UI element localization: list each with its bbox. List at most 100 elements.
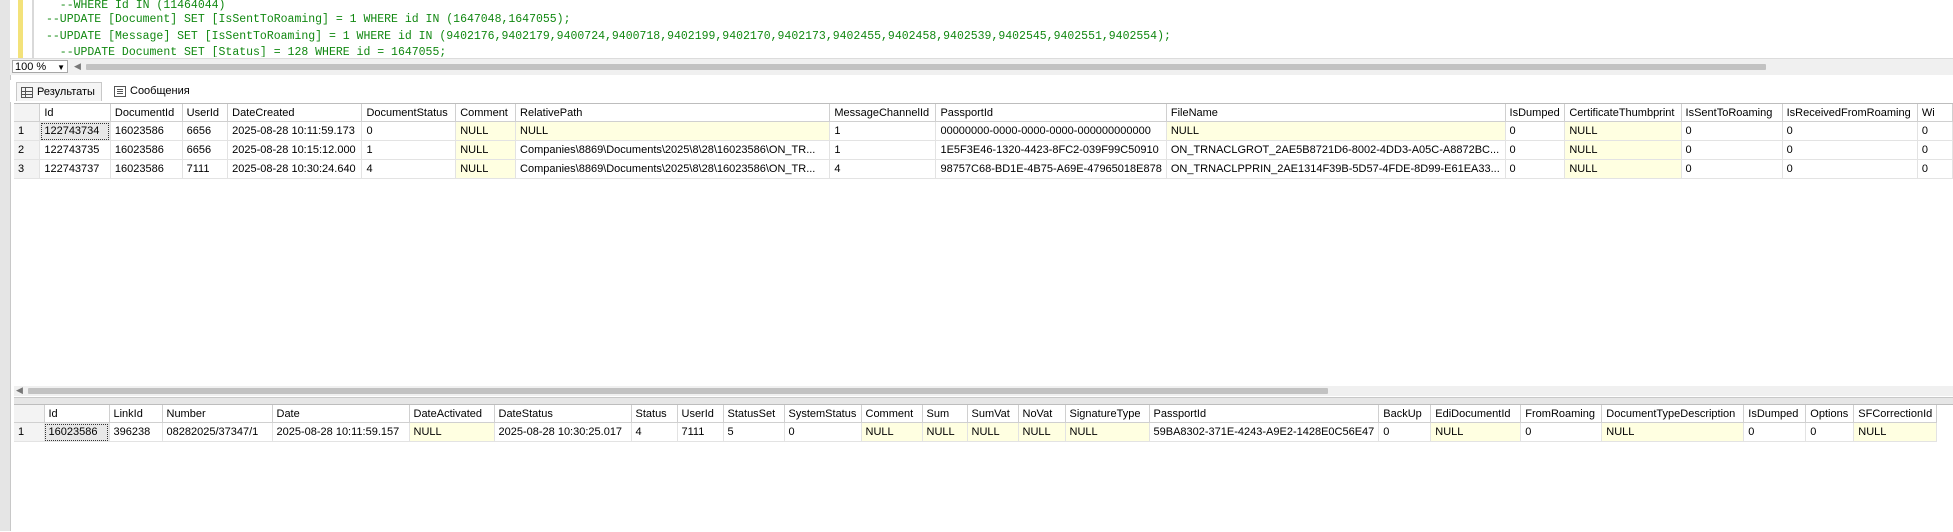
cell-is-dumped[interactable]: 0	[1743, 422, 1807, 442]
cell-id[interactable]: 122743735	[39, 140, 111, 160]
column-header-document-status[interactable]: DocumentStatus	[361, 104, 457, 122]
cell-signature-type[interactable]: NULL	[1065, 422, 1150, 442]
table-row[interactable]: 1 16023586 396238 08282025/37347/1 2025-08-2…	[14, 422, 1938, 442]
column-header-message-channel-id[interactable]: MessageChannelId	[829, 104, 937, 122]
cell-document-id[interactable]: 16023586	[110, 140, 183, 160]
editor-scroll-thumb[interactable]	[86, 64, 1766, 70]
cell-is-dumped[interactable]: 0	[1505, 140, 1566, 160]
cell-document-status[interactable]: 0	[361, 121, 457, 141]
cell-user-id[interactable]: 7111	[182, 159, 229, 179]
code-line-2[interactable]: --UPDATE [Document] SET [IsSentToRoaming…	[46, 12, 571, 28]
column-header-date[interactable]: Date	[272, 405, 410, 423]
scroll-left-icon[interactable]: ◀	[16, 385, 23, 396]
cell-status-set[interactable]: 5	[723, 422, 785, 442]
cell-is-received-from-roaming[interactable]: 0	[1782, 140, 1918, 160]
column-header-comment[interactable]: Comment	[455, 104, 517, 122]
editor-horizontal-scrollbar[interactable]: ◀	[72, 61, 1953, 72]
column-header-no-vat[interactable]: NoVat	[1018, 405, 1066, 423]
column-header-edi-document-id[interactable]: EdiDocumentId	[1430, 405, 1522, 423]
grid1-scroll-thumb[interactable]	[28, 388, 1328, 394]
cell-relative-path[interactable]: Companies\8869\Documents\2025\8\28\16023…	[515, 159, 831, 179]
column-header-status[interactable]: Status	[631, 405, 678, 423]
column-header-is-dumped[interactable]: IsDumped	[1505, 104, 1566, 122]
column-header-certificate-thumbprint[interactable]: CertificateThumbprint	[1564, 104, 1682, 122]
cell-comment[interactable]: NULL	[455, 159, 517, 179]
table-row[interactable]: 2 122743735 16023586 6656 2025-08-28 10:15:1…	[14, 140, 1953, 160]
column-header-sum-vat[interactable]: SumVat	[967, 405, 1019, 423]
cell-date[interactable]: 2025-08-28 10:11:59.157	[272, 422, 410, 442]
cell-date-created[interactable]: 2025-08-28 10:15:12.000	[227, 140, 363, 160]
cell-document-type-description[interactable]: NULL	[1601, 422, 1745, 442]
results-grid-2[interactable]: Id LinkId Number Date DateActivated DateStatu…	[14, 404, 1953, 532]
column-header-signature-type[interactable]: SignatureType	[1065, 405, 1150, 423]
cell-message-channel-id[interactable]: 1	[829, 121, 937, 141]
cell-link-id[interactable]: 396238	[109, 422, 163, 442]
cell-message-channel-id[interactable]: 4	[829, 159, 937, 179]
column-header-is-sent-to-roaming[interactable]: IsSentToRoaming	[1681, 104, 1783, 122]
column-header-user-id[interactable]: UserId	[182, 104, 229, 122]
cell-edi-document-id[interactable]: NULL	[1430, 422, 1522, 442]
column-header-from-roaming[interactable]: FromRoaming	[1520, 405, 1603, 423]
query-editor[interactable]: --WHERE Id IN (11464044) --UPDATE [Docum…	[10, 0, 1953, 58]
cell-document-id[interactable]: 16023586	[110, 159, 183, 179]
column-header-system-status[interactable]: SystemStatus	[784, 405, 862, 423]
column-header-is-dumped[interactable]: IsDumped	[1743, 405, 1807, 423]
column-header-date-status[interactable]: DateStatus	[494, 405, 632, 423]
column-header-wi[interactable]: Wi	[1917, 104, 1953, 122]
column-header-file-name[interactable]: FileName	[1166, 104, 1506, 122]
row-number[interactable]: 3	[14, 159, 41, 179]
tab-messages[interactable]: Сообщения	[110, 82, 196, 100]
cell-date-created[interactable]: 2025-08-28 10:11:59.173	[227, 121, 363, 141]
cell-document-status[interactable]: 4	[361, 159, 457, 179]
cell-id[interactable]: 122743734	[39, 121, 111, 141]
cell-no-vat[interactable]: NULL	[1018, 422, 1066, 442]
column-header-is-received-from-roaming[interactable]: IsReceivedFromRoaming	[1782, 104, 1918, 122]
cell-sum-vat[interactable]: NULL	[967, 422, 1019, 442]
cell-back-up[interactable]: 0	[1378, 422, 1432, 442]
tab-results[interactable]: Результаты	[16, 82, 102, 101]
cell-is-sent-to-roaming[interactable]: 0	[1681, 121, 1783, 141]
cell-date-status[interactable]: 2025-08-28 10:30:25.017	[494, 422, 632, 442]
table-row[interactable]: 3 122743737 16023586 7111 2025-08-28 10:30:2…	[14, 159, 1953, 179]
column-header-passport-id[interactable]: PassportId	[935, 104, 1167, 122]
column-header-date-activated[interactable]: DateActivated	[409, 405, 495, 423]
cell-is-received-from-roaming[interactable]: 0	[1782, 159, 1918, 179]
zoom-dropdown[interactable]: 100 % ▼	[12, 60, 68, 73]
cell-file-name[interactable]: NULL	[1166, 121, 1506, 141]
cell-date-created[interactable]: 2025-08-28 10:30:24.640	[227, 159, 363, 179]
cell-relative-path[interactable]: NULL	[515, 121, 831, 141]
column-header-link-id[interactable]: LinkId	[109, 405, 163, 423]
cell-is-dumped[interactable]: 0	[1505, 121, 1566, 141]
cell-date-activated[interactable]: NULL	[409, 422, 495, 442]
code-line-4[interactable]: --UPDATE Document SET [Status] = 128 WHE…	[46, 45, 446, 57]
column-header-document-type-description[interactable]: DocumentTypeDescription	[1601, 405, 1745, 423]
cell-passport-id[interactable]: 98757C68-BD1E-4B75-A69E-47965018E878	[935, 159, 1167, 179]
column-header-sum[interactable]: Sum	[922, 405, 968, 423]
cell-message-channel-id[interactable]: 1	[829, 140, 937, 160]
cell-id[interactable]: 122743737	[39, 159, 111, 179]
cell-user-id[interactable]: 7111	[677, 422, 724, 442]
code-line-3[interactable]: --UPDATE [Message] SET [IsSentToRoaming]…	[46, 29, 1171, 45]
cell-from-roaming[interactable]: 0	[1520, 422, 1603, 442]
cell-status[interactable]: 4	[631, 422, 678, 442]
column-header-passport-id[interactable]: PassportId	[1149, 405, 1380, 423]
cell-file-name[interactable]: ON_TRNACLGROT_2AE5B8721D6-8002-4DD3-A05C…	[1166, 140, 1506, 160]
column-header-back-up[interactable]: BackUp	[1378, 405, 1432, 423]
table-row[interactable]: 1 122743734 16023586 6656 2025-08-28 10:11:5…	[14, 121, 1953, 141]
cell-certificate-thumbprint[interactable]: NULL	[1564, 140, 1682, 160]
cell-file-name[interactable]: ON_TRNACLPPRIN_2AE1314F39B-5D57-4FDE-8D9…	[1166, 159, 1506, 179]
column-header-sfcorrection-id[interactable]: SFCorrectionId	[1853, 405, 1938, 423]
column-header-number[interactable]: Number	[162, 405, 273, 423]
cell-passport-id[interactable]: 59BA8302-371E-4243-A9E2-1428E0C56E47	[1149, 422, 1380, 442]
cell-is-dumped[interactable]: 0	[1505, 159, 1566, 179]
scroll-left-icon[interactable]: ◀	[74, 61, 81, 72]
cell-is-sent-to-roaming[interactable]: 0	[1681, 140, 1783, 160]
cell-passport-id[interactable]: 00000000-0000-0000-0000-000000000000	[935, 121, 1167, 141]
row-number-header[interactable]	[14, 104, 41, 122]
cell-is-sent-to-roaming[interactable]: 0	[1681, 159, 1783, 179]
column-header-id[interactable]: Id	[39, 104, 111, 122]
cell-user-id[interactable]: 6656	[182, 140, 229, 160]
cell-id[interactable]: 16023586	[44, 422, 110, 442]
cell-wi[interactable]: 0	[1917, 140, 1953, 160]
column-header-comment[interactable]: Comment	[861, 405, 923, 423]
